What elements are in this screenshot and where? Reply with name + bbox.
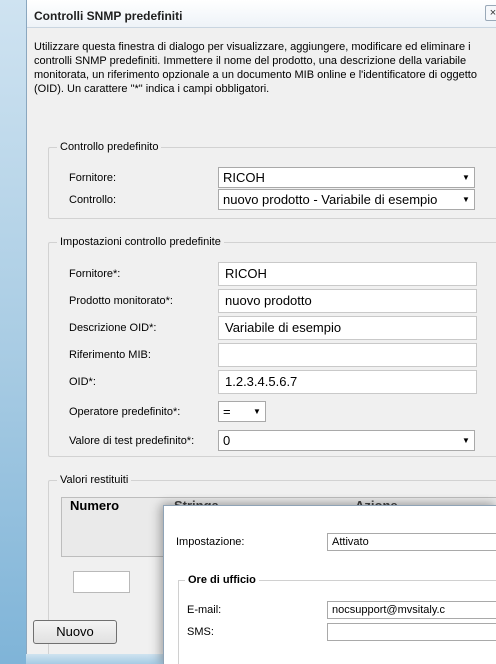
new-button[interactable]: Nuovo <box>33 620 117 644</box>
notification-settings-dialog: Impostazione: Attivato Ore di ufficio E-… <box>163 505 496 664</box>
email-label: E-mail: <box>187 604 222 616</box>
product-field[interactable]: nuovo prodotto <box>218 289 477 313</box>
chevron-down-icon[interactable]: ▼ <box>458 190 474 209</box>
vendor-select-label: Fornitore: <box>69 172 117 184</box>
email-field[interactable]: nocsupport@mvsitaly.c <box>327 601 496 619</box>
sms-label: SMS: <box>187 626 214 638</box>
oid-field[interactable]: 1.2.3.4.5.6.7 <box>218 370 477 394</box>
test-value-label: Valore di test predefinito*: <box>69 435 195 447</box>
oid-description-label: Descrizione OID*: <box>69 322 157 334</box>
setting-field[interactable]: Attivato <box>327 533 496 551</box>
oid-label: OID*: <box>69 376 96 388</box>
operator-label: Operatore predefinito*: <box>69 406 181 418</box>
test-value-select[interactable]: 0 ▼ <box>218 430 475 451</box>
dialog-title: Controlli SNMP predefiniti <box>34 9 183 23</box>
check-select[interactable]: nuovo prodotto - Variabile di esempio ▼ <box>218 189 475 210</box>
mib-reference-field[interactable] <box>218 343 477 367</box>
close-icon[interactable]: × <box>485 5 496 21</box>
oid-description-field[interactable]: Variabile di esempio <box>218 316 477 340</box>
product-field-label: Prodotto monitorato*: <box>69 295 173 307</box>
setting-label: Impostazione: <box>176 536 245 548</box>
vendor-field[interactable]: RICOH <box>218 262 477 286</box>
sms-field[interactable] <box>327 623 496 641</box>
check-select-label: Controllo: <box>69 194 117 206</box>
mib-reference-label: Riferimento MIB: <box>69 349 151 361</box>
predefined-check-legend: Controllo predefinito <box>57 141 162 154</box>
intro-text: Utilizzare questa finestra di dialogo pe… <box>34 41 477 95</box>
vendor-select[interactable]: RICOH ▼ <box>218 167 475 188</box>
vendor-field-label: Fornitore*: <box>69 268 121 280</box>
returned-values-legend: Valori restituiti <box>57 474 132 487</box>
window-frame-left <box>0 0 26 664</box>
settings-legend: Impostazioni controllo predefinite <box>57 236 224 249</box>
operator-select[interactable]: = ▼ <box>218 401 266 422</box>
chevron-down-icon[interactable]: ▼ <box>249 402 265 421</box>
chevron-down-icon[interactable]: ▼ <box>458 431 474 450</box>
office-hours-legend: Ore di ufficio <box>185 573 259 587</box>
column-header-number[interactable]: Numero <box>70 498 119 513</box>
chevron-down-icon[interactable]: ▼ <box>458 168 474 187</box>
title-bar: Controlli SNMP predefiniti × <box>27 0 496 28</box>
number-input[interactable] <box>73 571 130 593</box>
office-hours-group: Ore di ufficio <box>178 573 496 664</box>
